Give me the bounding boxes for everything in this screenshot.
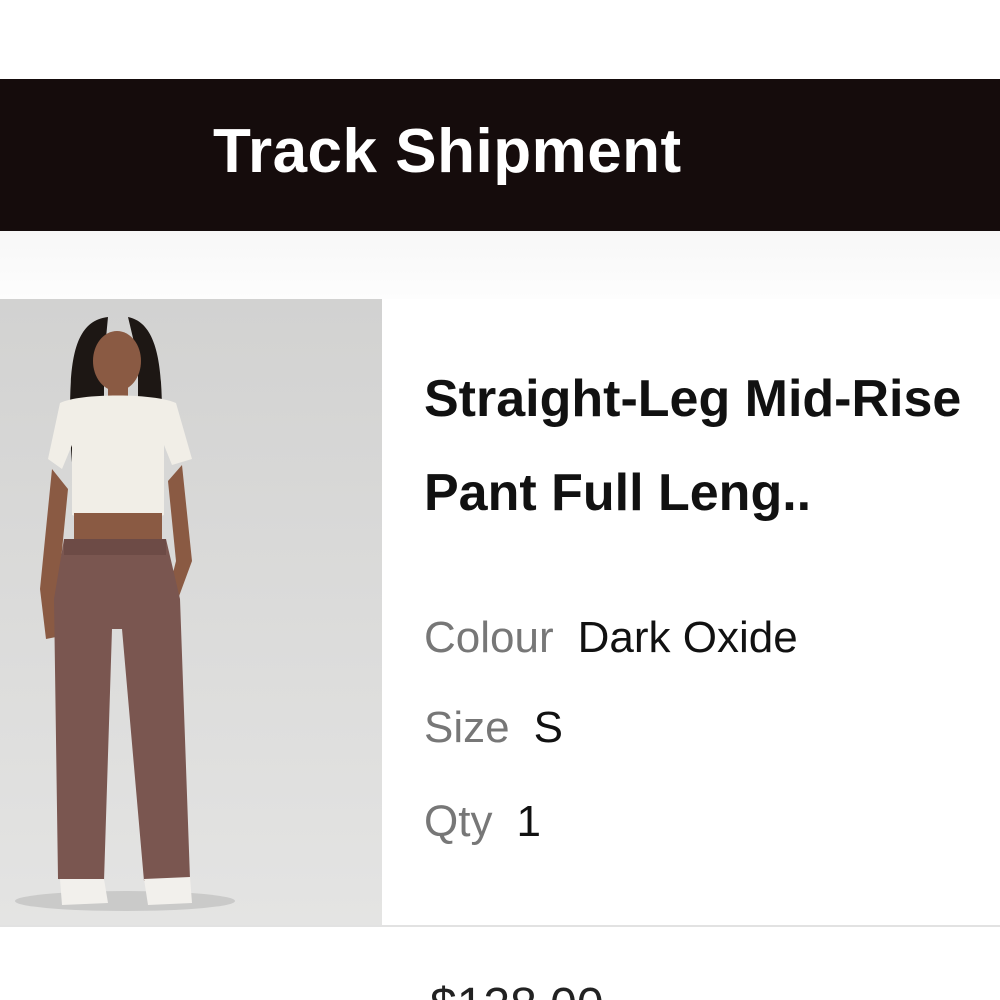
straight-leg-pants: [54, 539, 190, 881]
page-title: Track Shipment: [213, 117, 682, 186]
attribute-size: Size S: [424, 703, 563, 753]
product-photo-illustration: [15, 317, 235, 911]
colour-label: Colour: [424, 613, 554, 662]
face: [93, 331, 141, 391]
section-gap: [0, 231, 1000, 299]
qty-value: 1: [516, 797, 541, 846]
slide-left: [60, 879, 108, 905]
qty-label: Qty: [424, 797, 493, 846]
size-value: S: [533, 703, 563, 752]
pants-waistband: [64, 539, 166, 555]
colour-value: Dark Oxide: [577, 613, 798, 662]
slide-right: [144, 877, 192, 905]
product-image[interactable]: [0, 299, 382, 925]
top-spacer: [0, 0, 1000, 79]
midriff: [74, 513, 162, 541]
divider: [0, 925, 1000, 927]
product-name[interactable]: Straight-Leg Mid-Rise Pant Full Leng..: [424, 352, 1000, 540]
page: Track Shipment Straight-Leg Mid-Rise Pan…: [0, 0, 1000, 1000]
attribute-colour: Colour Dark Oxide: [424, 613, 798, 663]
size-label: Size: [424, 703, 510, 752]
floor-shadow: [15, 891, 235, 911]
product-price: $128.00: [430, 978, 604, 1000]
attribute-qty: Qty 1: [424, 797, 541, 847]
